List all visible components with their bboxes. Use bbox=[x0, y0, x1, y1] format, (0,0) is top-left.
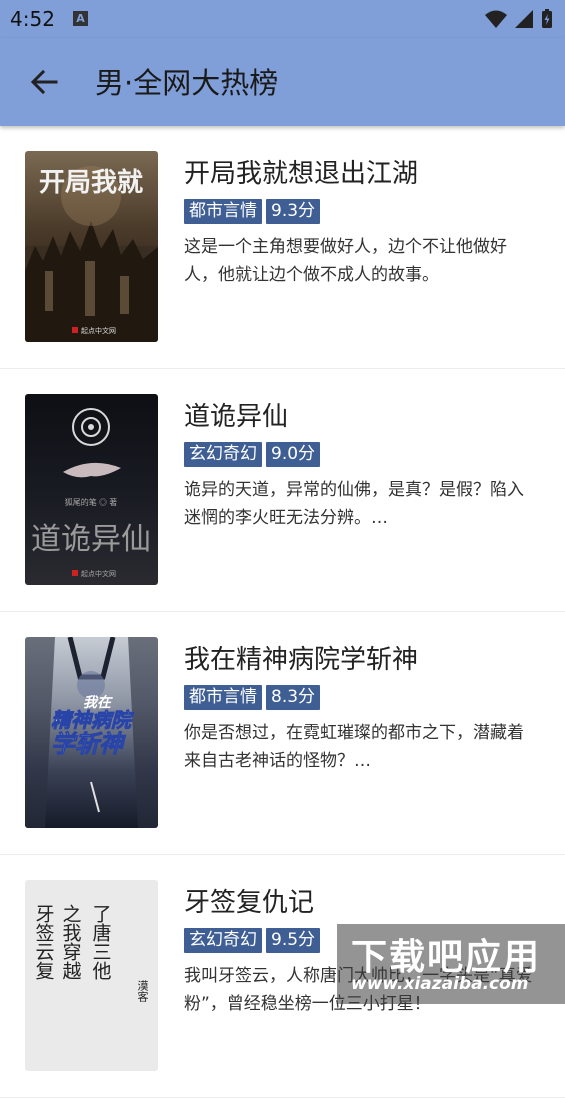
svg-text:狐尾的笔 ◎ 著: 狐尾的笔 ◎ 著 bbox=[65, 497, 117, 507]
score-tag: 9.5分 bbox=[266, 928, 321, 953]
score-tag: 8.3分 bbox=[266, 685, 321, 710]
svg-text:精神病院: 精神病院 bbox=[51, 709, 135, 732]
watermark: 下载吧应用 www.xiazaiba.com bbox=[337, 924, 565, 1004]
genre-tag: 都市言情 bbox=[184, 199, 262, 224]
cover-seal: 漠客 bbox=[136, 980, 149, 1003]
score-tag: 9.3分 bbox=[266, 199, 321, 224]
cover-art: 了唐三他 之我穿越 牙签云复 漠客 bbox=[33, 904, 149, 1003]
book-description: 你是否想过，在霓虹璀璨的都市之下，潜藏着来自古老神话的怪物？… bbox=[184, 723, 524, 771]
app-bar: 男·全网大热榜 bbox=[0, 38, 565, 126]
signal-icon bbox=[515, 10, 533, 28]
genre-tag: 玄幻奇幻 bbox=[184, 928, 262, 953]
book-description: 这是一个主角想要做好人，边个不让他做好人，他就让边个做不成人的故事。 bbox=[184, 237, 507, 285]
cover-column-1: 了唐三他 bbox=[90, 904, 112, 980]
book-title: 开局我就想退出江湖 bbox=[184, 159, 419, 189]
watermark-url: www.xiazaiba.com bbox=[351, 974, 529, 994]
book-title: 道诡异仙 bbox=[184, 402, 289, 432]
status-time: 4:52 bbox=[10, 7, 55, 31]
cover-art: 我在 精神病院 学斩神 bbox=[25, 637, 158, 828]
book-cover: 开局我就 起点中文网 bbox=[25, 151, 158, 342]
notification-icon: A bbox=[73, 11, 88, 26]
score-tag: 9.0分 bbox=[266, 442, 321, 467]
svg-text:起点中文网: 起点中文网 bbox=[81, 569, 116, 578]
back-arrow-icon[interactable] bbox=[24, 62, 64, 102]
book-cover: 狐尾的笔 ◎ 著 道诡异仙 起点中文网 bbox=[25, 394, 158, 585]
book-tags: 都市言情 8.3分 bbox=[184, 685, 321, 710]
book-cover: 了唐三他 之我穿越 牙签云复 漠客 bbox=[25, 880, 158, 1071]
cover-art: 狐尾的笔 ◎ 著 道诡异仙 起点中文网 bbox=[31, 408, 151, 578]
genre-tag: 玄幻奇幻 bbox=[184, 442, 262, 467]
watermark-logo: 下载吧应用 bbox=[351, 937, 542, 978]
book-tags: 玄幻奇幻 9.5分 bbox=[184, 928, 321, 953]
book-item[interactable]: 我在 精神病院 学斩神 我在精神病院学斩神 都市言情 8.3分 你是否想过，在霓… bbox=[0, 612, 565, 855]
genre-tag: 都市言情 bbox=[184, 685, 262, 710]
book-tags: 玄幻奇幻 9.0分 bbox=[184, 442, 321, 467]
status-bar: 4:52 A bbox=[0, 0, 565, 38]
svg-text:道诡异仙: 道诡异仙 bbox=[31, 523, 151, 556]
book-item[interactable]: 狐尾的笔 ◎ 著 道诡异仙 起点中文网 道诡异仙 玄幻奇幻 9.0分 诡异的天道… bbox=[0, 369, 565, 612]
book-cover: 我在 精神病院 学斩神 bbox=[25, 637, 158, 828]
book-item[interactable]: 开局我就 起点中文网 开局我就想退出江湖 都市言情 9.3分 这是一个主角想要做… bbox=[0, 126, 565, 369]
book-tags: 都市言情 9.3分 bbox=[184, 199, 321, 224]
cover-column-3: 牙签云复 bbox=[33, 904, 55, 980]
cover-column-2: 之我穿越 bbox=[60, 904, 82, 980]
svg-text:学斩神: 学斩神 bbox=[51, 731, 126, 758]
wifi-icon bbox=[485, 10, 507, 28]
cover-art: 开局我就 起点中文网 bbox=[25, 166, 158, 342]
svg-text:开局我就: 开局我就 bbox=[39, 167, 143, 197]
svg-text:我在: 我在 bbox=[83, 694, 113, 710]
page-title: 男·全网大热榜 bbox=[95, 66, 279, 100]
svg-text:起点中文网: 起点中文网 bbox=[81, 326, 116, 335]
book-title: 我在精神病院学斩神 bbox=[184, 645, 419, 675]
book-title: 牙签复仇记 bbox=[184, 888, 315, 918]
book-description: 诡异的天道，异常的仙佛，是真？是假？陷入迷惘的李火旺无法分辨。… bbox=[184, 480, 524, 528]
status-icons bbox=[485, 9, 552, 28]
